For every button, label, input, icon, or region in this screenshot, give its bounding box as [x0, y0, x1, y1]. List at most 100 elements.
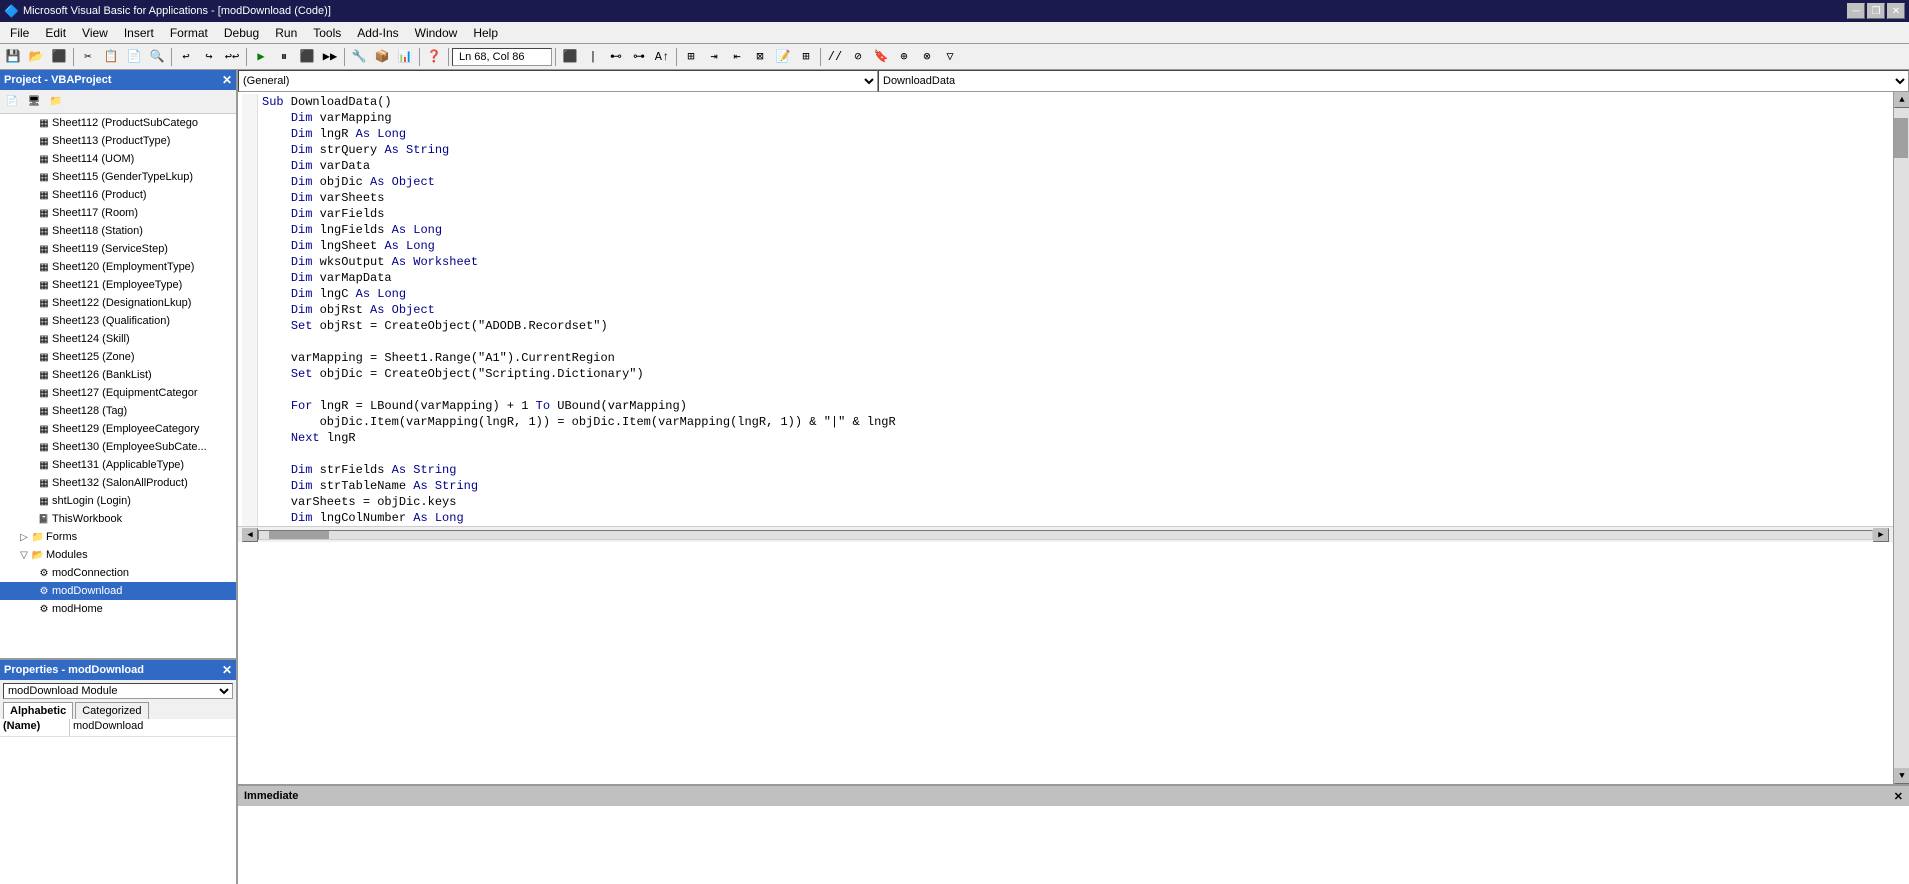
- tb-btn35[interactable]: ⊗: [916, 46, 938, 68]
- tree-item-shtlogin[interactable]: ▦ shtLogin (Login): [0, 492, 236, 510]
- sub-dropdown[interactable]: DownloadData: [878, 70, 1909, 92]
- tb-btn2[interactable]: 📂: [25, 46, 47, 68]
- code-vscrollbar[interactable]: ▲ ▼: [1893, 92, 1909, 784]
- tb-btn23[interactable]: ⊶: [628, 46, 650, 68]
- tree-item-sheet126[interactable]: ▦ Sheet126 (BankList): [0, 366, 236, 384]
- tree-item-thisworkbook[interactable]: 📓 ThisWorkbook: [0, 510, 236, 528]
- vscroll-thumb[interactable]: [1894, 118, 1908, 158]
- tree-item-modules[interactable]: ▽ 📂 Modules: [0, 546, 236, 564]
- tb-btn15[interactable]: 🔧: [348, 46, 370, 68]
- code-area[interactable]: Sub DownloadData() Dim varMapping Dim ln…: [238, 92, 1893, 784]
- menu-file[interactable]: File: [2, 24, 37, 42]
- props-object-select[interactable]: modDownload Module: [3, 683, 233, 699]
- hscroll-left-btn[interactable]: ◀: [242, 528, 258, 542]
- tb-btn34[interactable]: ⊕: [893, 46, 915, 68]
- immediate-close-btn[interactable]: ✕: [1894, 790, 1903, 803]
- menu-window[interactable]: Window: [407, 24, 466, 42]
- tree-item-sheet122[interactable]: ▦ Sheet122 (DesignationLkup): [0, 294, 236, 312]
- tree-item-modconnection[interactable]: ⚙ modConnection: [0, 564, 236, 582]
- menu-run[interactable]: Run: [267, 24, 305, 42]
- menu-format[interactable]: Format: [162, 24, 216, 42]
- menu-debug[interactable]: Debug: [216, 24, 267, 42]
- tb-redo-btn[interactable]: ↪: [198, 46, 220, 68]
- props-tab-categorized[interactable]: Categorized: [75, 702, 148, 719]
- tree-item-sheet125[interactable]: ▦ Sheet125 (Zone): [0, 348, 236, 366]
- tb-btn14[interactable]: ▶▶: [319, 46, 341, 68]
- tree-item-modhome[interactable]: ⚙ modHome: [0, 600, 236, 618]
- window-restore-btn[interactable]: ❐: [1867, 3, 1885, 19]
- immediate-area[interactable]: [238, 806, 1909, 884]
- project-view-code-btn[interactable]: 📄: [2, 93, 22, 111]
- tree-item-sheet118[interactable]: ▦ Sheet118 (Station): [0, 222, 236, 240]
- tb-btn36[interactable]: ▽: [939, 46, 961, 68]
- tree-item-sheet123[interactable]: ▦ Sheet123 (Qualification): [0, 312, 236, 330]
- tb-btn22[interactable]: ⊷: [605, 46, 627, 68]
- tree-item-sheet130[interactable]: ▦ Sheet130 (EmployeeSubCate...: [0, 438, 236, 456]
- tree-item-sheet124[interactable]: ▦ Sheet124 (Skill): [0, 330, 236, 348]
- tb-btn10[interactable]: ↩↩: [221, 46, 243, 68]
- tb-bookmark-btn[interactable]: 🔖: [870, 46, 892, 68]
- tree-item-sheet112[interactable]: ▦ Sheet112 (ProductSubCatego: [0, 114, 236, 132]
- tb-btn30[interactable]: ⊞: [795, 46, 817, 68]
- tb-save-btn[interactable]: 💾: [2, 46, 24, 68]
- tb-btn17[interactable]: 📊: [394, 46, 416, 68]
- vscroll-track[interactable]: [1894, 108, 1909, 768]
- vscroll-up-btn[interactable]: ▲: [1894, 92, 1909, 108]
- tree-item-sheet117[interactable]: ▦ Sheet117 (Room): [0, 204, 236, 222]
- tb-uncomment-btn[interactable]: ⊘: [847, 46, 869, 68]
- menu-tools[interactable]: Tools: [305, 24, 349, 42]
- tb-btn28[interactable]: ⊠: [749, 46, 771, 68]
- tb-btn29[interactable]: 📝: [772, 46, 794, 68]
- project-tree[interactable]: ▦ Sheet112 (ProductSubCatego ▦ Sheet113 …: [0, 114, 236, 658]
- tree-item-sheet121[interactable]: ▦ Sheet121 (EmployeeType): [0, 276, 236, 294]
- tb-btn3[interactable]: ⬛: [48, 46, 70, 68]
- project-view-object-btn[interactable]: 🖥: [24, 93, 44, 111]
- tree-item-moddownload[interactable]: ⚙ modDownload: [0, 582, 236, 600]
- menu-edit[interactable]: Edit: [37, 24, 74, 42]
- menu-addins[interactable]: Add-Ins: [349, 24, 406, 42]
- tb-stop-btn[interactable]: ⬛: [296, 46, 318, 68]
- tree-item-sheet116[interactable]: ▦ Sheet116 (Product): [0, 186, 236, 204]
- tree-item-sheet119[interactable]: ▦ Sheet119 (ServiceStep): [0, 240, 236, 258]
- tree-item-sheet131[interactable]: ▦ Sheet131 (ApplicableType): [0, 456, 236, 474]
- tree-item-sheet113[interactable]: ▦ Sheet113 (ProductType): [0, 132, 236, 150]
- hscroll-track[interactable]: [258, 530, 1873, 540]
- menu-view[interactable]: View: [74, 24, 116, 42]
- window-minimize-btn[interactable]: ─: [1847, 3, 1865, 19]
- tb-pause-btn[interactable]: ⏸: [273, 46, 295, 68]
- tree-item-sheet114[interactable]: ▦ Sheet114 (UOM): [0, 150, 236, 168]
- tb-copy-btn[interactable]: 📋: [100, 46, 122, 68]
- props-tab-alphabetic[interactable]: Alphabetic: [3, 702, 73, 719]
- tree-item-sheet129[interactable]: ▦ Sheet129 (EmployeeCategory: [0, 420, 236, 438]
- tb-cut-btn[interactable]: ✂: [77, 46, 99, 68]
- tb-btn24[interactable]: A↑: [651, 46, 673, 68]
- tb-btn20[interactable]: ⬛: [559, 46, 581, 68]
- vscroll-down-btn[interactable]: ▼: [1894, 768, 1909, 784]
- menu-help[interactable]: Help: [465, 24, 506, 42]
- tb-btn16[interactable]: 📦: [371, 46, 393, 68]
- tb-btn7[interactable]: 🔍: [146, 46, 168, 68]
- properties-panel-close[interactable]: ✕: [222, 663, 232, 677]
- hscroll-thumb[interactable]: [269, 531, 329, 539]
- tree-item-sheet127[interactable]: ▦ Sheet127 (EquipmentCategor: [0, 384, 236, 402]
- tree-item-sheet132[interactable]: ▦ Sheet132 (SalonAllProduct): [0, 474, 236, 492]
- tree-item-forms[interactable]: ▷ 📁 Forms: [0, 528, 236, 546]
- tb-btn25[interactable]: ⊞: [680, 46, 702, 68]
- tree-item-sheet115[interactable]: ▦ Sheet115 (GenderTypeLkup): [0, 168, 236, 186]
- general-dropdown[interactable]: (General): [238, 70, 878, 92]
- window-close-btn[interactable]: ✕: [1887, 3, 1905, 19]
- code-hscrollbar[interactable]: ◀ ▶: [238, 526, 1893, 542]
- tb-indent-btn[interactable]: ⇥: [703, 46, 725, 68]
- tb-undo-btn[interactable]: ↩: [175, 46, 197, 68]
- tb-outdent-btn[interactable]: ⇤: [726, 46, 748, 68]
- tb-help-btn[interactable]: ❓: [423, 46, 445, 68]
- tb-comment-btn[interactable]: //: [824, 46, 846, 68]
- project-panel-close[interactable]: ✕: [222, 73, 232, 87]
- tb-run-btn[interactable]: ▶: [250, 46, 272, 68]
- hscroll-right-btn[interactable]: ▶: [1873, 528, 1889, 542]
- tree-item-sheet128[interactable]: ▦ Sheet128 (Tag): [0, 402, 236, 420]
- project-toggle-folders-btn[interactable]: 📁: [46, 93, 66, 111]
- tb-btn21[interactable]: |: [582, 46, 604, 68]
- tb-paste-btn[interactable]: 📄: [123, 46, 145, 68]
- tree-item-sheet120[interactable]: ▦ Sheet120 (EmploymentType): [0, 258, 236, 276]
